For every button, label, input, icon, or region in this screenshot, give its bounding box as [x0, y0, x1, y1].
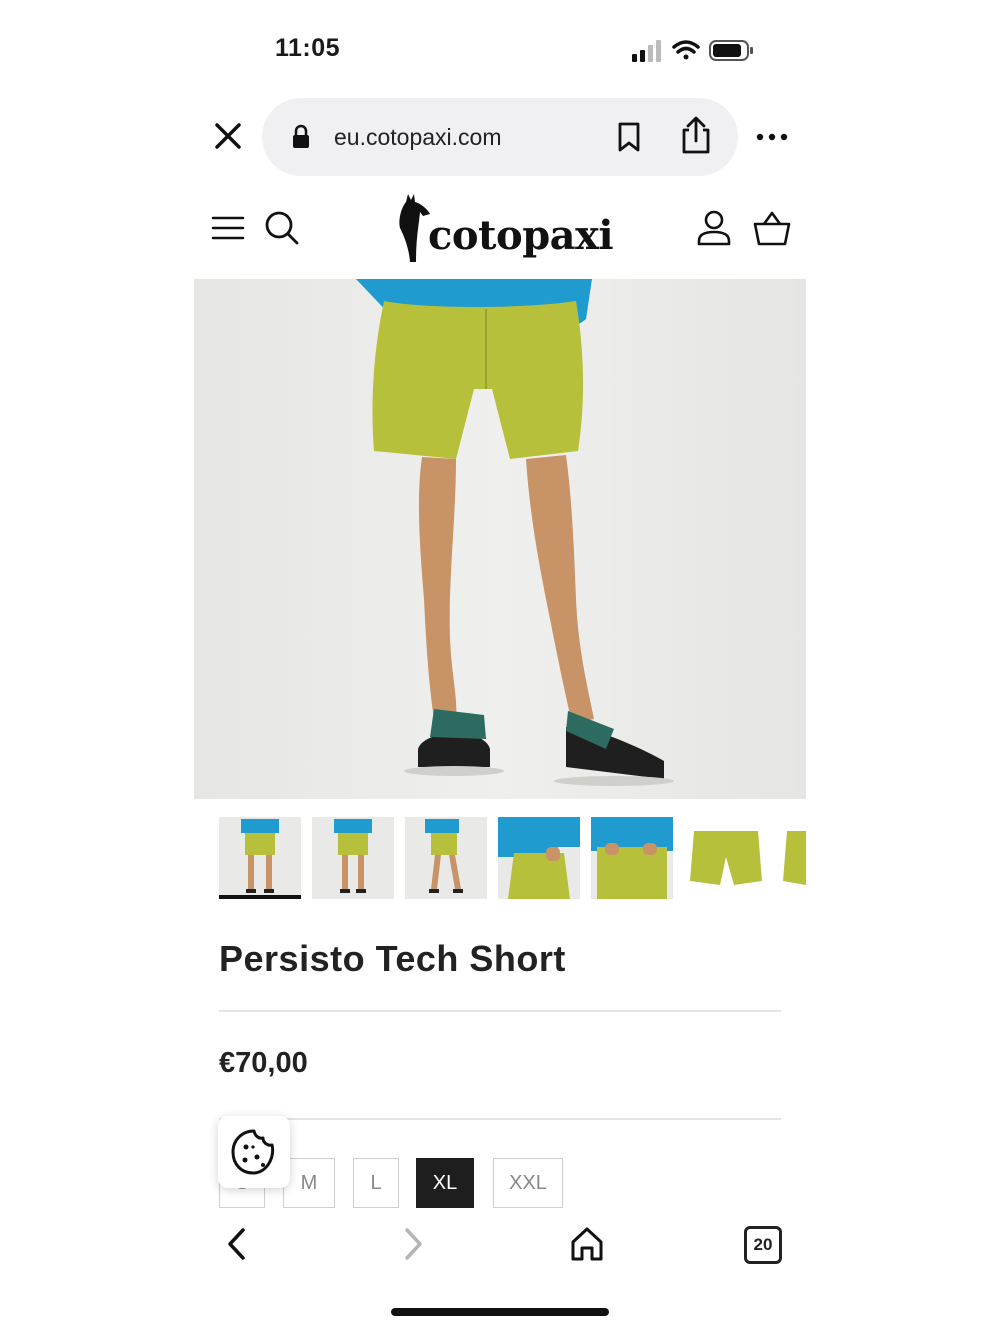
thumbnail-5[interactable]	[591, 817, 673, 899]
thumbnail-1[interactable]	[219, 817, 301, 899]
thumbnail-6[interactable]	[684, 817, 766, 899]
size-option-m[interactable]: M	[283, 1158, 335, 1208]
wifi-icon	[672, 40, 700, 60]
status-icons	[632, 40, 753, 62]
status-time: 11:05	[275, 34, 341, 62]
shopping-basket-icon[interactable]	[752, 208, 792, 248]
cookie-icon	[231, 1129, 275, 1175]
more-options-icon[interactable]	[752, 122, 792, 152]
thumbnail-2[interactable]	[312, 817, 394, 899]
thumbnail-7[interactable]	[777, 817, 806, 899]
thumbnail-3[interactable]	[405, 817, 487, 899]
thumbnail-4[interactable]	[498, 817, 580, 899]
home-icon[interactable]	[568, 1224, 606, 1264]
product-price: €70,00	[219, 1047, 308, 1079]
back-arrow-icon[interactable]	[222, 1226, 252, 1262]
forward-arrow-icon[interactable]	[398, 1226, 428, 1262]
brand-wordmark: cotopaxi	[428, 212, 614, 259]
account-icon[interactable]	[694, 208, 734, 248]
tab-count-button[interactable]: 20	[744, 1226, 782, 1264]
size-option-xl[interactable]: XL	[416, 1158, 474, 1208]
product-main-image[interactable]	[194, 279, 806, 799]
hamburger-menu-icon[interactable]	[210, 212, 246, 244]
lock-icon	[293, 124, 309, 148]
bookmark-icon[interactable]	[614, 120, 644, 154]
size-option-l[interactable]: L	[353, 1158, 399, 1208]
divider	[219, 1010, 781, 1012]
close-icon[interactable]	[210, 118, 246, 154]
divider	[219, 1118, 781, 1120]
signal-icon	[632, 40, 661, 62]
battery-icon	[709, 40, 753, 61]
search-icon[interactable]	[262, 208, 302, 248]
share-icon[interactable]	[678, 114, 714, 156]
product-title: Persisto Tech Short	[219, 938, 566, 979]
cookie-settings-button[interactable]	[218, 1116, 290, 1188]
browser-toolbar	[194, 1210, 806, 1290]
home-indicator	[391, 1308, 609, 1316]
llama-logo-icon	[399, 194, 430, 262]
url-text[interactable]: eu.cotopaxi.com	[334, 124, 501, 151]
size-option-xxl[interactable]: XXL	[493, 1158, 563, 1208]
